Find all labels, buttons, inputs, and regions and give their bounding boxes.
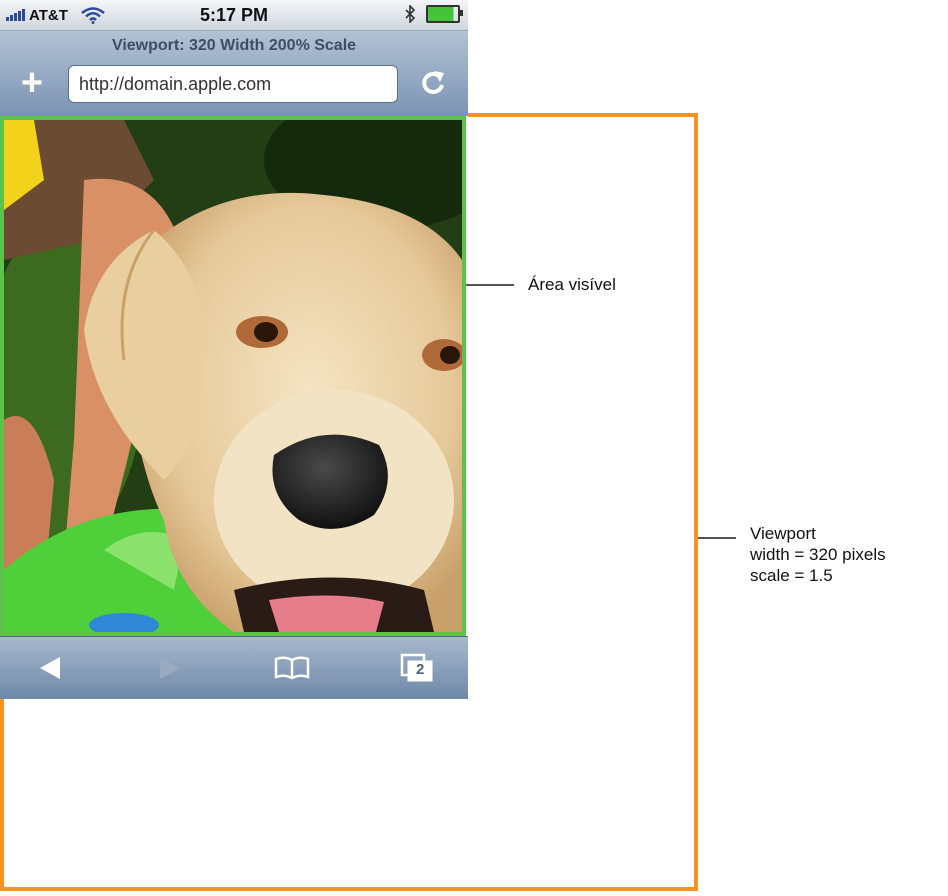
- viewport-title: Viewport: [750, 524, 816, 543]
- page-title: Viewport: 320 Width 200% Scale: [111, 37, 357, 54]
- url-field[interactable]: [68, 65, 398, 103]
- safari-bottom-bar: 2: [0, 636, 468, 699]
- status-bar: AT&T 5:17 PM: [0, 0, 468, 31]
- viewport-width: width = 320 pixels: [750, 545, 886, 564]
- add-bookmark-icon[interactable]: +: [14, 64, 50, 102]
- viewport-label: Viewport width = 320 pixels scale = 1.5: [750, 523, 886, 586]
- clock: 5:17 PM: [199, 5, 269, 25]
- back-icon[interactable]: [30, 651, 70, 685]
- bluetooth-icon: [405, 5, 416, 23]
- visible-area-callout-line: [466, 284, 514, 286]
- forward-icon[interactable]: [150, 651, 190, 685]
- dog-photo: [4, 120, 462, 632]
- visible-area-label: Área visível: [528, 275, 616, 294]
- iphone-safari: AT&T 5:17 PM Viewport: 320 Width 200% Sc…: [0, 0, 468, 699]
- viewport-scale: scale = 1.5: [750, 566, 833, 585]
- bookmarks-icon[interactable]: [272, 651, 312, 685]
- pages-icon[interactable]: 2: [398, 651, 438, 685]
- visible-area: [0, 116, 466, 636]
- safari-toolbar: Viewport: 320 Width 200% Scale +: [0, 31, 468, 116]
- reload-icon[interactable]: [418, 65, 448, 101]
- viewport-callout-line: [698, 537, 736, 539]
- pages-count: 2: [416, 661, 425, 678]
- status-right: [404, 5, 463, 23]
- battery-icon: [426, 5, 463, 23]
